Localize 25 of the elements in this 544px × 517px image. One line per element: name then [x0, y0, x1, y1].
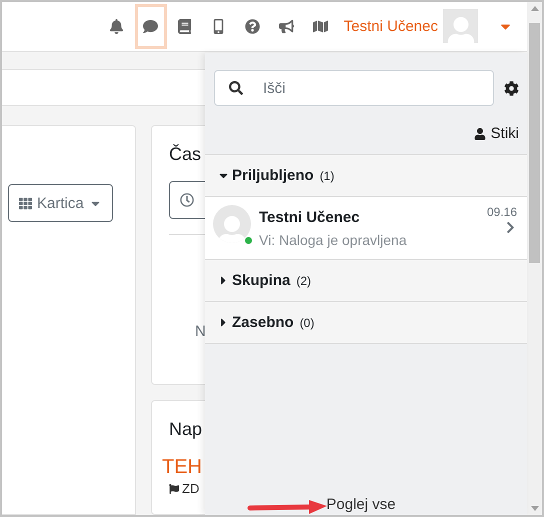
contacts-link[interactable]: Stiki — [474, 125, 519, 142]
flag-icon — [169, 484, 179, 494]
person-icon — [474, 128, 486, 140]
section-header[interactable]: Priljubljeno (1) — [205, 155, 527, 197]
card-title: Čas — [169, 144, 202, 165]
section-header[interactable]: Skupina (2) — [205, 260, 527, 302]
card-title: Nap — [169, 419, 204, 440]
message-preview: Vi: Naloga je opravljena — [259, 232, 408, 248]
view-all-link[interactable]: Poglej vse — [326, 496, 396, 515]
settings-icon[interactable] — [504, 80, 519, 96]
grid-icon — [19, 196, 32, 210]
search-icon — [229, 81, 243, 95]
clock-icon — [180, 193, 194, 207]
chevron-icon — [504, 221, 517, 234]
message-time: 09.16 — [486, 205, 517, 219]
contact-name: Testni Učenec — [259, 209, 361, 226]
view-dropdown[interactable]: Kartica — [8, 184, 113, 222]
section-header[interactable]: Zasebno (0) — [205, 302, 527, 344]
empty-message: N — [195, 323, 206, 340]
search-field[interactable]: Išči — [214, 70, 494, 106]
chat-icon[interactable] — [134, 4, 167, 49]
news-item: ZD — [182, 481, 200, 496]
contact-avatar — [213, 205, 251, 243]
conversation-item[interactable]: Testni Učenec Vi: Naloga je opravljena 09.16 — [205, 197, 527, 260]
news-headline: TEH — [162, 456, 202, 479]
